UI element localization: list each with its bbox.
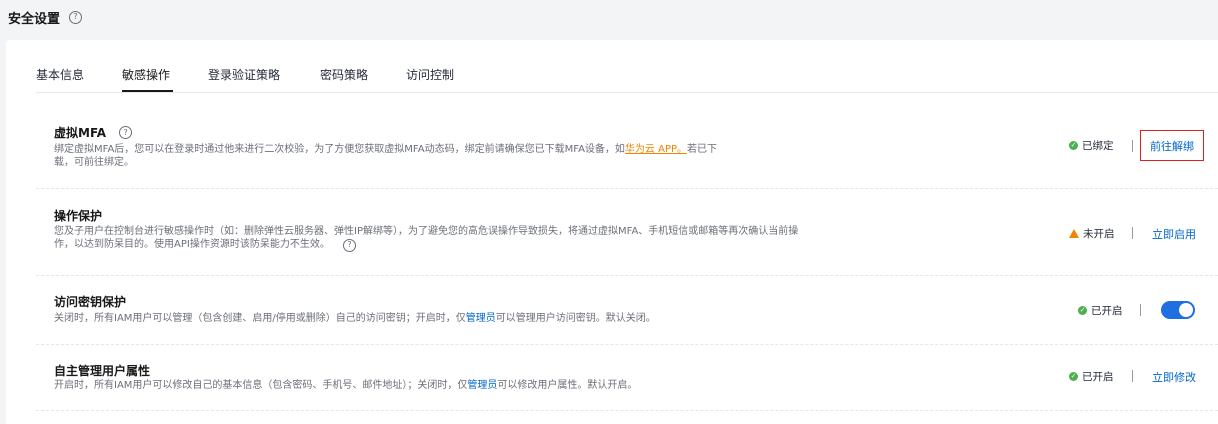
access-key-status: ✓ 已开启	[1078, 303, 1123, 318]
access-key-desc-part1: 关闭时，所有IAM用户可以管理（包含创建、启用/停用或删除）自己的访问密钥；开启…	[54, 313, 466, 324]
tab-sensitive-ops[interactable]: 敏感操作	[122, 66, 170, 83]
op-protect-desc-line1: 您及子用户在控制台进行敏感操作时（如：删除弹性云服务器、弹性IP解绑等），为了避…	[54, 226, 799, 237]
divider	[1132, 370, 1133, 382]
divider	[1140, 304, 1141, 316]
unbind-button[interactable]: 前往解绑	[1150, 138, 1194, 154]
mfa-desc-line2: 载，可前往绑定。	[54, 157, 134, 168]
access-key-protection-toggle[interactable]	[1161, 301, 1195, 319]
settings-card: 基本信息 敏感操作 登录验证策略 密码策略 访问控制 虚拟MFA ? 绑定虚拟M…	[6, 40, 1218, 424]
check-circle-icon: ✓	[1069, 141, 1078, 150]
section-access-key-protection: 访问密钥保护 关闭时，所有IAM用户可以管理（包含创建、启用/停用或删除）自己的…	[36, 275, 1218, 345]
section-virtual-mfa: 虚拟MFA ? 绑定虚拟MFA后，您可以在登录时通过他来进行二次校验，为了方便您…	[36, 92, 1218, 189]
modify-now-button[interactable]: 立即修改	[1152, 369, 1196, 385]
admin-link[interactable]: 管理员	[466, 313, 496, 324]
huawei-cloud-app-link[interactable]: 华为云 APP。	[625, 144, 687, 155]
mfa-description: 绑定虚拟MFA后，您可以在登录时通过他来进行二次校验，为了方便您获取虚拟MFA动…	[54, 143, 814, 169]
access-key-title: 访问密钥保护	[54, 295, 127, 309]
access-key-description: 关闭时，所有IAM用户可以管理（包含创建、启用/停用或删除）自己的访问密钥；开启…	[54, 312, 954, 325]
op-protect-title: 操作保护	[54, 209, 103, 223]
op-protect-status: 未开启	[1069, 226, 1115, 241]
access-key-status-text: 已开启	[1091, 305, 1123, 317]
check-circle-icon: ✓	[1078, 306, 1087, 315]
help-icon[interactable]: ?	[343, 238, 357, 252]
op-protect-status-text: 未开启	[1083, 228, 1115, 240]
page-title: 安全设置	[8, 11, 61, 27]
section-self-manage-attributes: 自主管理用户属性 开启时，所有IAM用户可以修改自己的基本信息（包含密码、手机号…	[36, 344, 1218, 411]
self-manage-status-text: 已开启	[1082, 371, 1114, 383]
self-manage-status: ✓ 已开启	[1069, 369, 1114, 384]
mfa-desc-part2: 若已下	[687, 144, 718, 155]
unbind-highlight-box[interactable]: 前往解绑	[1140, 130, 1204, 161]
self-manage-description: 开启时，所有IAM用户可以修改自己的基本信息（包含密码、手机号、邮件地址）；关闭…	[54, 379, 954, 392]
op-protect-description: 您及子用户在控制台进行敏感操作时（如：删除弹性云服务器、弹性IP解绑等），为了避…	[54, 225, 904, 252]
divider	[1132, 140, 1133, 152]
access-key-desc-part2: 可以管理用户访问密钥。默认关闭。	[495, 313, 656, 324]
self-manage-desc-part2: 可以修改用户属性。默认开启。	[497, 380, 638, 391]
help-icon[interactable]: ?	[69, 10, 83, 24]
divider	[1132, 227, 1133, 239]
page-header: 安全设置 ?	[8, 6, 83, 28]
tab-password-policy[interactable]: 密码策略	[320, 66, 368, 83]
tab-basic-info[interactable]: 基本信息	[36, 66, 84, 83]
warning-icon	[1069, 229, 1079, 238]
mfa-title-text: 虚拟MFA	[54, 126, 107, 140]
self-manage-title: 自主管理用户属性	[54, 364, 151, 378]
section-operation-protection: 操作保护 您及子用户在控制台进行敏感操作时（如：删除弹性云服务器、弹性IP解绑等…	[36, 188, 1218, 276]
tab-bar: 基本信息 敏感操作 登录验证策略 密码策略 访问控制	[36, 40, 1218, 93]
mfa-desc-part1: 绑定虚拟MFA后，您可以在登录时通过他来进行二次校验，为了方便您获取虚拟MFA动…	[54, 144, 625, 155]
check-circle-icon: ✓	[1069, 372, 1078, 381]
mfa-title: 虚拟MFA ?	[54, 124, 133, 141]
toggle-knob	[1179, 303, 1193, 317]
help-icon[interactable]: ?	[119, 126, 133, 139]
tab-access-control[interactable]: 访问控制	[406, 66, 454, 83]
op-protect-desc-line2: 作，以达到防呆目的。使用API操作资源时该防呆能力不生效。	[54, 239, 330, 250]
admin-link[interactable]: 管理员	[467, 380, 497, 391]
tab-login-policy[interactable]: 登录验证策略	[208, 66, 280, 83]
mfa-status-text: 已绑定	[1082, 140, 1114, 152]
self-manage-desc-part1: 开启时，所有IAM用户可以修改自己的基本信息（包含密码、手机号、邮件地址）；关闭…	[54, 380, 468, 391]
enable-now-button[interactable]: 立即启用	[1152, 226, 1196, 242]
mfa-status: ✓ 已绑定	[1069, 138, 1114, 153]
